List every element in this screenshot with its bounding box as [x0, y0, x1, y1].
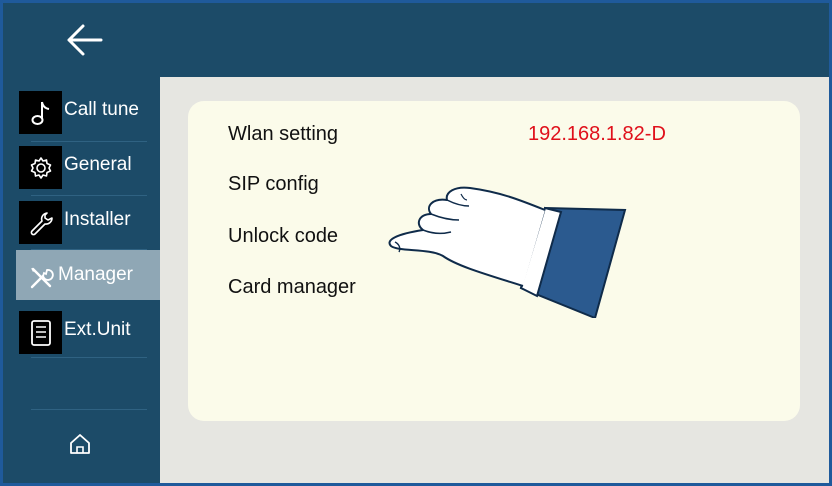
- document-icon: [19, 311, 62, 354]
- home-icon: [70, 434, 90, 454]
- music-note-icon: [19, 91, 62, 134]
- sidebar-item-general[interactable]: General: [16, 140, 160, 190]
- tools-icon: [19, 256, 62, 299]
- sidebar-item-label: Call tune: [64, 99, 139, 120]
- settings-card: Wlan setting 192.168.1.82-D SIP config U…: [188, 101, 800, 421]
- sidebar-item-label: Installer: [64, 209, 131, 230]
- divider: [31, 409, 147, 410]
- wrench-icon: [19, 201, 62, 244]
- menu-item-card-manager[interactable]: Card manager: [228, 276, 356, 299]
- sidebar-item-installer[interactable]: Installer: [16, 195, 160, 245]
- gear-icon: [19, 146, 62, 189]
- sidebar-item-label: General: [64, 154, 132, 175]
- home-button[interactable]: [65, 429, 95, 459]
- menu-item-unlock-code[interactable]: Unlock code: [228, 225, 338, 248]
- arrow-left-icon: [67, 24, 103, 56]
- back-button[interactable]: [59, 17, 109, 63]
- sidebar-item-ext-unit[interactable]: Ext.Unit: [16, 305, 160, 355]
- divider: [31, 357, 147, 358]
- sidebar-item-call-tune[interactable]: Call tune: [16, 85, 160, 135]
- sidebar-item-label: Ext.Unit: [64, 319, 131, 340]
- device-screen: Call tune General Installer Manager Ext.…: [0, 0, 832, 486]
- menu-item-wlan-setting[interactable]: Wlan setting: [228, 123, 338, 146]
- main-content: Wlan setting 192.168.1.82-D SIP config U…: [160, 77, 829, 483]
- sidebar-item-label: Manager: [58, 264, 133, 285]
- ip-address: 192.168.1.82-D: [528, 123, 666, 145]
- top-bar: [3, 3, 829, 77]
- menu-item-sip-config[interactable]: SIP config: [228, 173, 319, 196]
- sidebar-item-manager[interactable]: Manager: [16, 250, 160, 300]
- pointing-hand-icon: [388, 186, 627, 318]
- sidebar: Call tune General Installer Manager Ext.…: [3, 77, 160, 483]
